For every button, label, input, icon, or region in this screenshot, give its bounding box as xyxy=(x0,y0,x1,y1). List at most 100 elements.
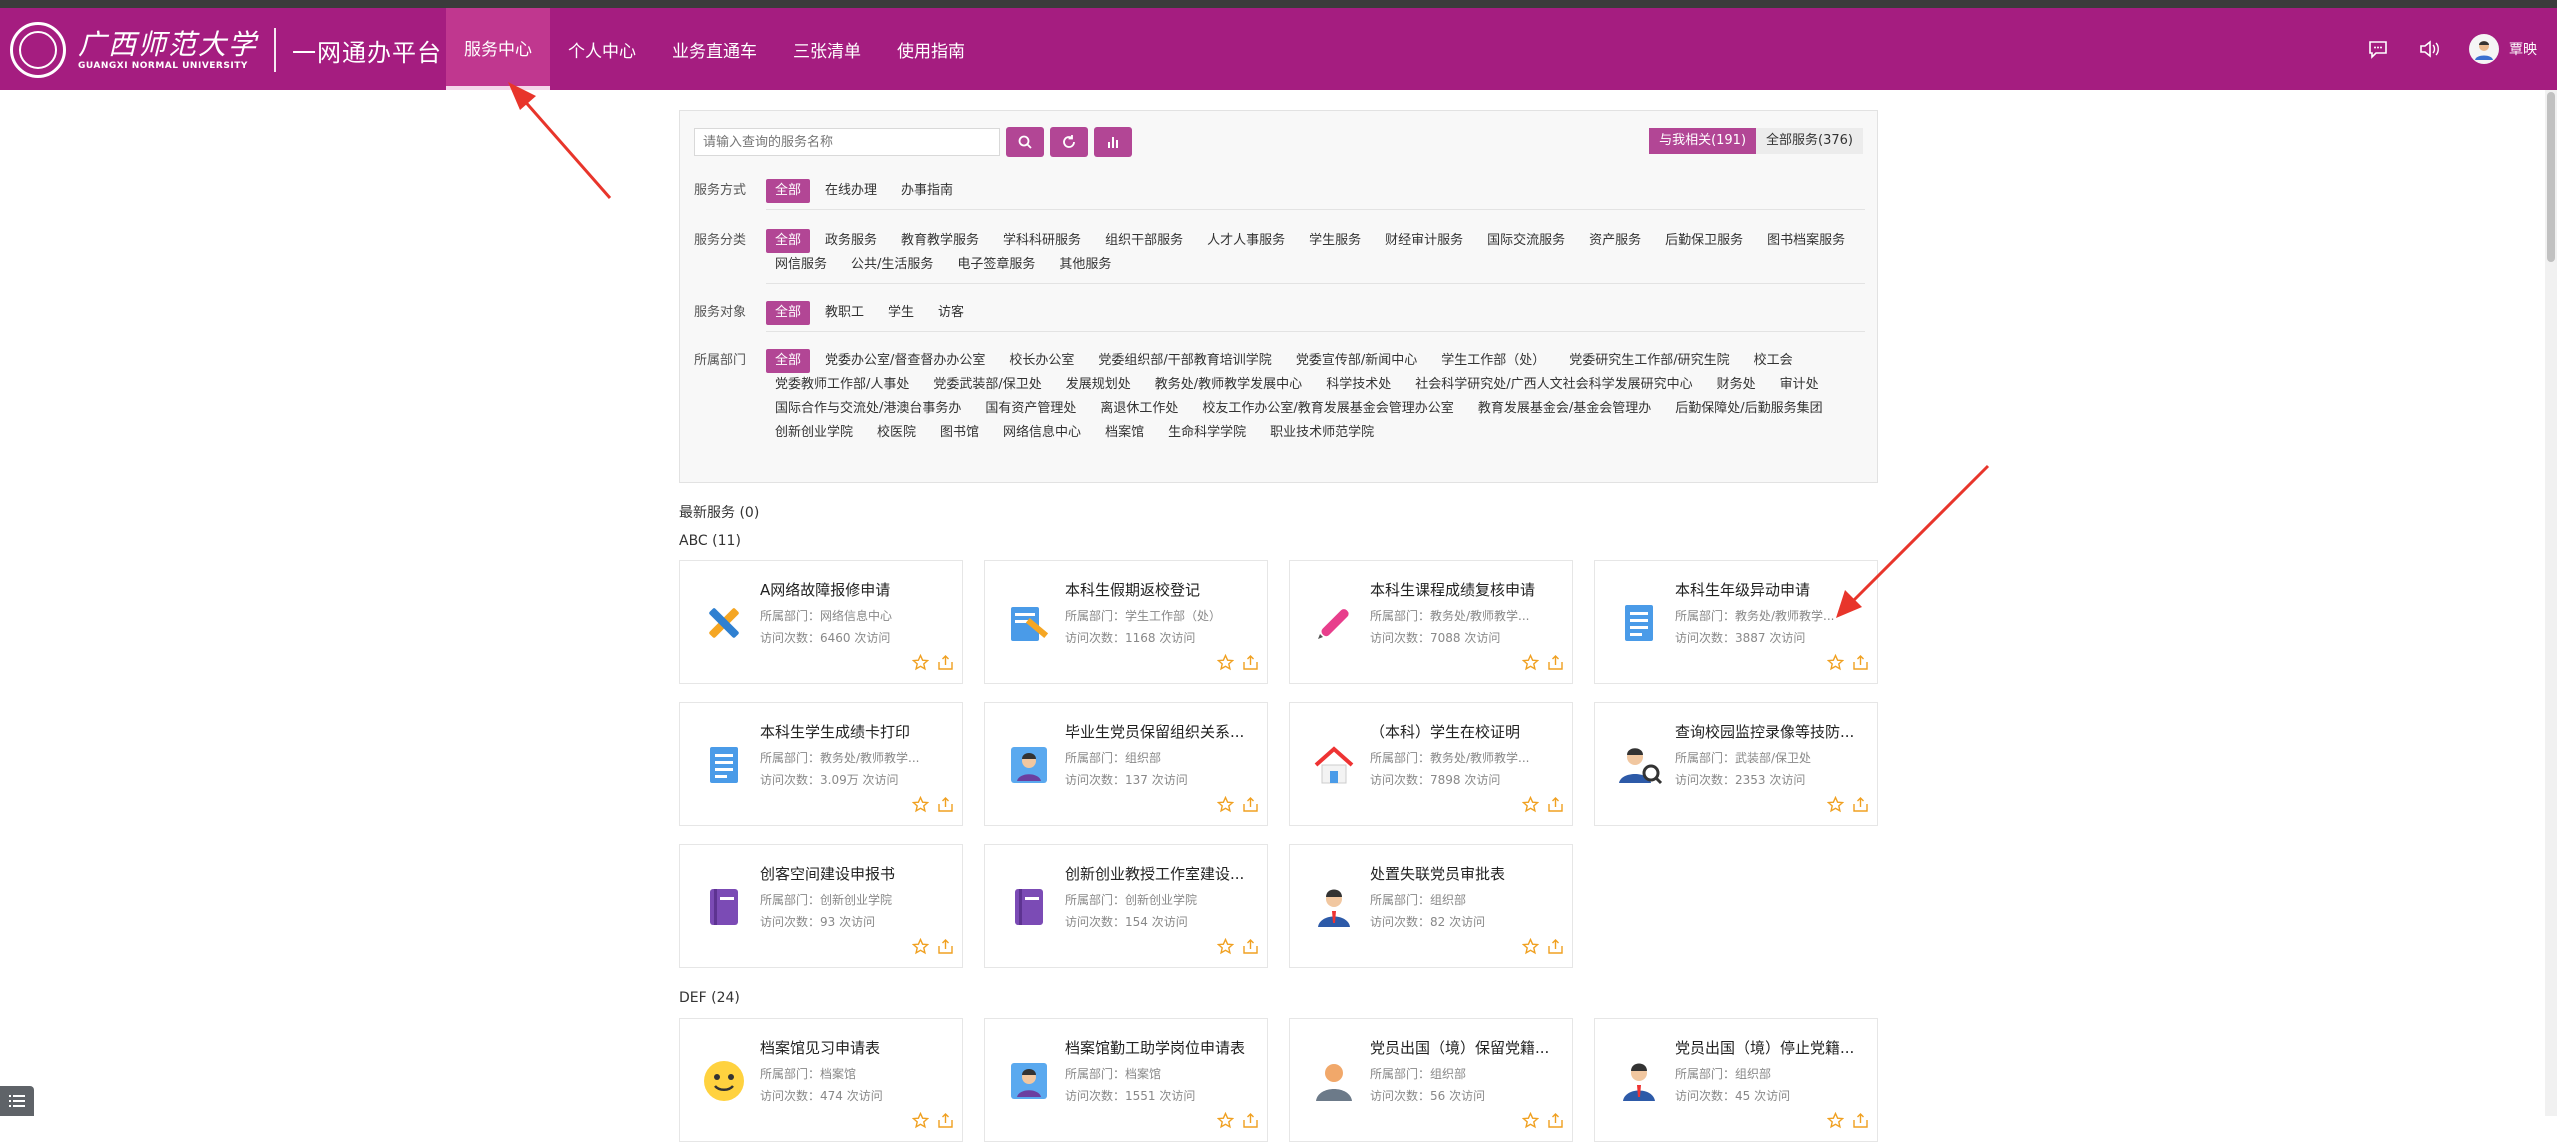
share-icon[interactable] xyxy=(1242,1112,1259,1133)
filter-chip-dept[interactable]: 职业技术师范学院 xyxy=(1261,421,1383,445)
list-menu-button[interactable] xyxy=(0,1086,34,1116)
share-icon[interactable] xyxy=(1852,1112,1869,1133)
filter-chip-dept[interactable]: 校医院 xyxy=(868,421,925,445)
filter-chip-dept[interactable]: 财务处 xyxy=(1708,373,1765,397)
favorite-star-icon[interactable] xyxy=(1216,937,1235,959)
filter-chip-category[interactable]: 公共/生活服务 xyxy=(842,253,942,277)
nav-user-guide[interactable]: 使用指南 xyxy=(879,8,983,90)
favorite-star-icon[interactable] xyxy=(1216,1111,1235,1133)
service-card[interactable]: 党员出国（境）保留党籍... 所属部门：组织部 访问次数：56 次访问 xyxy=(1289,1018,1573,1142)
share-icon[interactable] xyxy=(1547,938,1564,959)
stats-button[interactable] xyxy=(1094,127,1132,157)
filter-chip-target[interactable]: 全部 xyxy=(766,301,811,325)
share-icon[interactable] xyxy=(1852,654,1869,675)
share-icon[interactable] xyxy=(1852,796,1869,817)
user-avatar[interactable] xyxy=(2469,34,2499,64)
favorite-star-icon[interactable] xyxy=(1826,795,1845,817)
service-title[interactable]: 本科生假期返校登记 xyxy=(1065,579,1255,600)
service-title[interactable]: 档案馆勤工助学岗位申请表 xyxy=(1065,1037,1255,1058)
filter-chip-category[interactable]: 图书档案服务 xyxy=(1758,229,1854,253)
filter-chip-category[interactable]: 学生服务 xyxy=(1300,229,1370,253)
service-card[interactable]: 本科生假期返校登记 所属部门：学生工作部（处） 访问次数：1168 次访问 xyxy=(984,560,1268,684)
filter-chip-dept[interactable]: 离退休工作处 xyxy=(1091,397,1187,421)
filter-chip-dept[interactable]: 党委组织部/干部教育培训学院 xyxy=(1089,349,1280,373)
chat-icon[interactable] xyxy=(2365,36,2391,62)
share-icon[interactable] xyxy=(1547,1112,1564,1133)
service-title[interactable]: 本科生课程成绩复核申请 xyxy=(1370,579,1560,600)
share-icon[interactable] xyxy=(1242,654,1259,675)
service-title[interactable]: 本科生年级异动申请 xyxy=(1675,579,1865,600)
filter-chip-category[interactable]: 财经审计服务 xyxy=(1376,229,1472,253)
filter-chip-dept[interactable]: 发展规划处 xyxy=(1057,373,1140,397)
filter-chip-dept[interactable]: 科学技术处 xyxy=(1317,373,1400,397)
share-icon[interactable] xyxy=(1547,796,1564,817)
share-icon[interactable] xyxy=(937,938,954,959)
service-title[interactable]: 查询校园监控录像等技防... xyxy=(1675,721,1865,742)
share-icon[interactable] xyxy=(1547,654,1564,675)
favorite-star-icon[interactable] xyxy=(1521,795,1540,817)
filter-chip-target[interactable]: 访客 xyxy=(929,301,973,325)
filter-chip-target[interactable]: 教职工 xyxy=(816,301,873,325)
favorite-star-icon[interactable] xyxy=(1521,937,1540,959)
nav-service-center[interactable]: 服务中心 xyxy=(446,8,550,90)
speaker-icon[interactable] xyxy=(2417,36,2443,62)
filter-chip-dept[interactable]: 审计处 xyxy=(1771,373,1828,397)
favorite-star-icon[interactable] xyxy=(1521,1111,1540,1133)
service-title[interactable]: 毕业生党员保留组织关系... xyxy=(1065,721,1255,742)
scrollbar-thumb[interactable] xyxy=(2547,92,2555,262)
filter-chip-dept[interactable]: 教务处/教师教学发展中心 xyxy=(1146,373,1311,397)
share-icon[interactable] xyxy=(937,796,954,817)
service-title[interactable]: A网络故障报修申请 xyxy=(760,579,950,600)
filter-chip-category[interactable]: 国际交流服务 xyxy=(1478,229,1574,253)
nav-personal-center[interactable]: 个人中心 xyxy=(550,8,654,90)
service-title[interactable]: 党员出国（境）停止党籍... xyxy=(1675,1037,1865,1058)
filter-chip-dept[interactable]: 档案馆 xyxy=(1096,421,1153,445)
filter-chip-category[interactable]: 人才人事服务 xyxy=(1198,229,1294,253)
service-card[interactable]: A网络故障报修申请 所属部门：网络信息中心 访问次数：6460 次访问 xyxy=(679,560,963,684)
favorite-star-icon[interactable] xyxy=(1826,1111,1845,1133)
service-card[interactable]: 创客空间建设申报书 所属部门：创新创业学院 访问次数：93 次访问 xyxy=(679,844,963,968)
filter-chip-dept[interactable]: 校友工作办公室/教育发展基金会管理办公室 xyxy=(1193,397,1462,421)
filter-chip-category[interactable]: 学科科研服务 xyxy=(994,229,1090,253)
service-title[interactable]: （本科）学生在校证明 xyxy=(1370,721,1560,742)
filter-chip-category[interactable]: 其他服务 xyxy=(1050,253,1120,277)
service-card[interactable]: 本科生学生成绩卡打印 所属部门：教务处/教师教学... 访问次数：3.09万 次访问 xyxy=(679,702,963,826)
share-icon[interactable] xyxy=(1242,938,1259,959)
service-card[interactable]: （本科）学生在校证明 所属部门：教务处/教师教学... 访问次数：7898 次访问 xyxy=(1289,702,1573,826)
filter-chip-dept[interactable]: 生命科学学院 xyxy=(1159,421,1255,445)
service-title[interactable]: 本科生学生成绩卡打印 xyxy=(760,721,950,742)
service-title[interactable]: 党员出国（境）保留党籍... xyxy=(1370,1037,1560,1058)
service-card[interactable]: 党员出国（境）停止党籍... 所属部门：组织部 访问次数：45 次访问 xyxy=(1594,1018,1878,1142)
service-card[interactable]: 创新创业教授工作室建设... 所属部门：创新创业学院 访问次数：154 次访问 xyxy=(984,844,1268,968)
filter-chip-category[interactable]: 政务服务 xyxy=(816,229,886,253)
tab-all-services[interactable]: 全部服务(376) xyxy=(1756,128,1863,154)
service-card[interactable]: 本科生年级异动申请 所属部门：教务处/教师教学... 访问次数：3887 次访问 xyxy=(1594,560,1878,684)
filter-chip-dept[interactable]: 社会科学研究处/广西人文社会科学发展研究中心 xyxy=(1406,373,1701,397)
favorite-star-icon[interactable] xyxy=(911,937,930,959)
share-icon[interactable] xyxy=(1242,796,1259,817)
favorite-star-icon[interactable] xyxy=(911,653,930,675)
filter-chip-category[interactable]: 后勤保卫服务 xyxy=(1656,229,1752,253)
filter-chip-dept[interactable]: 党委教师工作部/人事处 xyxy=(766,373,918,397)
share-icon[interactable] xyxy=(937,654,954,675)
university-logo[interactable]: 广西师范大学 GUANGXI NORMAL UNIVERSITY 一网通办平台 xyxy=(10,20,442,80)
search-input[interactable] xyxy=(694,128,1000,156)
favorite-star-icon[interactable] xyxy=(911,1111,930,1133)
filter-chip-dept[interactable]: 全部 xyxy=(766,349,811,373)
filter-chip-mode[interactable]: 办事指南 xyxy=(892,179,962,203)
filter-chip-category[interactable]: 全部 xyxy=(766,229,811,253)
search-button[interactable] xyxy=(1006,127,1044,157)
filter-chip-mode[interactable]: 在线办理 xyxy=(816,179,886,203)
filter-chip-dept[interactable]: 后勤保障处/后勤服务集团 xyxy=(1666,397,1831,421)
service-card[interactable]: 档案馆见习申请表 所属部门：档案馆 访问次数：474 次访问 xyxy=(679,1018,963,1142)
filter-chip-category[interactable]: 教育教学服务 xyxy=(892,229,988,253)
filter-chip-mode[interactable]: 全部 xyxy=(766,179,811,203)
favorite-star-icon[interactable] xyxy=(1826,653,1845,675)
nav-three-lists[interactable]: 三张清单 xyxy=(775,8,879,90)
filter-chip-dept[interactable]: 党委办公室/督查督办办公室 xyxy=(816,349,994,373)
share-icon[interactable] xyxy=(937,1112,954,1133)
filter-chip-dept[interactable]: 党委研究生工作部/研究生院 xyxy=(1560,349,1738,373)
filter-chip-target[interactable]: 学生 xyxy=(879,301,923,325)
favorite-star-icon[interactable] xyxy=(1216,653,1235,675)
filter-chip-category[interactable]: 电子签章服务 xyxy=(948,253,1044,277)
